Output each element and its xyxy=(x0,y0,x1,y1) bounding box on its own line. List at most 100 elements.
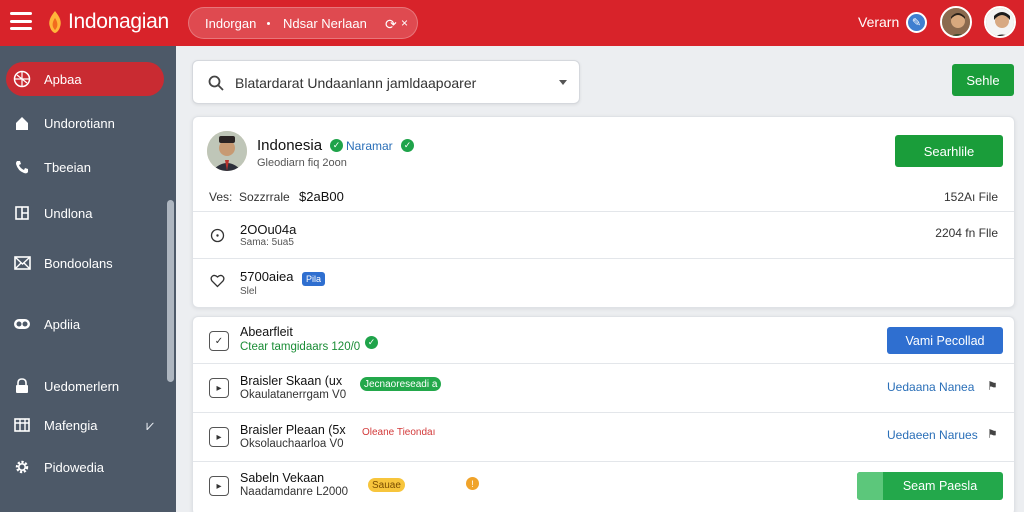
menu-icon[interactable] xyxy=(10,12,32,30)
grid-icon xyxy=(13,204,31,222)
sidebar-item-label: Uedomerlern xyxy=(44,378,120,394)
item-link[interactable]: Uedaeen Narues xyxy=(887,428,978,442)
status-badge: Pila xyxy=(302,272,326,286)
sidebar-item-apdiia[interactable]: Apdiia xyxy=(6,307,164,341)
divider xyxy=(193,211,1014,212)
item-title: Abearfleit xyxy=(240,325,293,339)
sidebar-item-label: Bondoolans xyxy=(44,255,113,271)
profile-subtitle: Gleodiarn fiq 2oon xyxy=(257,157,347,169)
globe-icon xyxy=(13,70,31,88)
divider xyxy=(193,461,1014,462)
item-link[interactable]: Uedaana Nanea xyxy=(887,380,974,394)
user-name[interactable]: Verarn xyxy=(858,14,899,30)
close-icon[interactable]: × xyxy=(401,16,408,30)
secondary-action-button[interactable]: Seam Paesla xyxy=(857,472,1003,500)
top-action-button[interactable]: Sehle xyxy=(952,64,1014,96)
top-bar: Indonagian Indorgan Ndsar Nerlaan ⟳ × Ve… xyxy=(0,0,1024,46)
sidebar-item-tbeeian[interactable]: Tbeeian xyxy=(6,150,164,184)
home-icon xyxy=(13,114,31,132)
sidebar-scrollbar[interactable] xyxy=(167,200,174,382)
sidebar-item-bondoolans[interactable]: Bondoolans xyxy=(6,246,164,280)
row-file[interactable]: 2204 fn Flle xyxy=(935,226,998,240)
separator-dot xyxy=(267,22,270,25)
divider xyxy=(193,258,1014,259)
toggle-icon xyxy=(13,315,31,333)
heart-icon[interactable] xyxy=(209,273,225,289)
logo-icon xyxy=(49,11,61,33)
search-icon xyxy=(208,75,224,91)
avatar[interactable] xyxy=(940,6,972,38)
sidebar-item-undorotiann[interactable]: Undorotiann xyxy=(6,106,164,140)
button-label: Seam Paesla xyxy=(902,479,978,493)
phone-icon xyxy=(13,158,31,176)
sidebar-item-label: Tbeeian xyxy=(44,159,91,175)
play-icon: ▸ xyxy=(209,476,229,496)
verified-icon: ✓ xyxy=(365,336,378,349)
sidebar-item-mafengia[interactable]: Mafengia ⩗ xyxy=(6,408,164,442)
activity-list: ✓ Abearfleit Ctear tamgidaars 120/0 ✓ Va… xyxy=(192,316,1015,512)
table-icon xyxy=(13,416,31,434)
play-icon: ▸ xyxy=(209,378,229,398)
item-title: Braisler Pleaan (5x xyxy=(240,423,346,437)
flag-icon[interactable]: ⚑ xyxy=(987,427,998,441)
context-label-right: Ndsar Nerlaan xyxy=(283,15,367,31)
button-accent xyxy=(857,472,883,500)
chevron-down-icon[interactable] xyxy=(559,80,567,85)
profile-card: Indonesia ✓ Naramar ✓ Gleodiarn fiq 2oon… xyxy=(192,116,1015,308)
sidebar-item-label: Mafengia xyxy=(44,417,98,433)
divider xyxy=(193,363,1014,364)
context-switcher[interactable]: Indorgan Ndsar Nerlaan ⟳ × xyxy=(188,7,418,39)
sidebar-item-label: Pidowedia xyxy=(44,459,104,475)
search-input[interactable]: Blatardarat Undaanlann jamldaapoarer xyxy=(192,60,580,104)
sidebar-item-apbaa[interactable]: Apbaa xyxy=(6,62,164,96)
flag-icon[interactable]: ⚑ xyxy=(987,379,998,393)
vs-value: $2aB00 xyxy=(299,189,344,204)
clock-icon xyxy=(209,227,225,243)
item-meta: Okaulatanerrgam V0 xyxy=(240,389,347,401)
row-meta: Sama: 5ua5 xyxy=(240,237,294,248)
primary-action-button[interactable]: Vami Pecollad xyxy=(887,327,1003,354)
row-title: 2OOu04a xyxy=(240,222,297,237)
search-value: Blatardarat Undaanlann jamldaapoarer xyxy=(235,75,477,91)
vs-name: Sozzrrale xyxy=(239,190,290,204)
item-meta: Naadamdanre L2000 xyxy=(240,486,349,498)
status-badge: Oleane Tieondaı xyxy=(362,426,436,438)
status-badge: Jecnaoreseadi a xyxy=(360,377,442,391)
status-badge: Sauae xyxy=(368,478,405,492)
profile-name: Indonesia xyxy=(257,137,323,154)
verified-icon: ✓ xyxy=(330,139,343,152)
avatar xyxy=(207,131,247,171)
context-label-left: Indorgan xyxy=(205,15,257,31)
sidebar-item-label: Apdiia xyxy=(44,316,81,332)
sidebar-item-label: Undorotiann xyxy=(44,115,115,131)
check-icon[interactable]: ⩗ xyxy=(146,417,154,434)
sidebar-item-label: Undlona xyxy=(44,205,93,221)
item-meta: Oksolauchaarloa V0 xyxy=(240,438,344,450)
sidebar: Apbaa Undorotiann Tbeeian Undlona Bondoo… xyxy=(0,46,176,512)
gear-icon xyxy=(13,458,31,476)
warning-icon: ! xyxy=(466,477,479,490)
item-title: Braisler Skaan (ux xyxy=(240,374,343,388)
sidebar-item-pidowedia[interactable]: Pidowedia xyxy=(6,450,164,484)
row-meta: Slel xyxy=(240,286,257,297)
sidebar-item-undlona[interactable]: Undlona xyxy=(6,196,164,230)
profile-action-button[interactable]: Searhlile xyxy=(895,135,1003,167)
notification-icon[interactable]: ✎ xyxy=(906,12,927,33)
avatar[interactable] xyxy=(984,6,1016,38)
row-title: 5700aiea xyxy=(240,269,294,284)
vs-label: Ves: xyxy=(209,190,233,204)
profile-tag[interactable]: Naramar xyxy=(346,139,393,153)
item-title: Sabeln Vekaan xyxy=(240,471,325,485)
lock-icon xyxy=(13,377,31,395)
play-icon: ▸ xyxy=(209,427,229,447)
refresh-icon[interactable]: ⟳ xyxy=(385,16,397,33)
divider xyxy=(193,412,1014,413)
brand-name: Indonagian xyxy=(68,10,169,33)
vs-file[interactable]: 152Aı File xyxy=(944,190,998,204)
item-meta: Ctear tamgidaars 120/0 xyxy=(240,341,361,353)
sidebar-item-label: Apbaa xyxy=(44,71,82,87)
sidebar-item-uedomerlern[interactable]: Uedomerlern xyxy=(6,369,164,403)
check-icon: ✓ xyxy=(209,331,229,351)
mail-icon xyxy=(13,254,31,272)
verified-icon: ✓ xyxy=(401,139,414,152)
